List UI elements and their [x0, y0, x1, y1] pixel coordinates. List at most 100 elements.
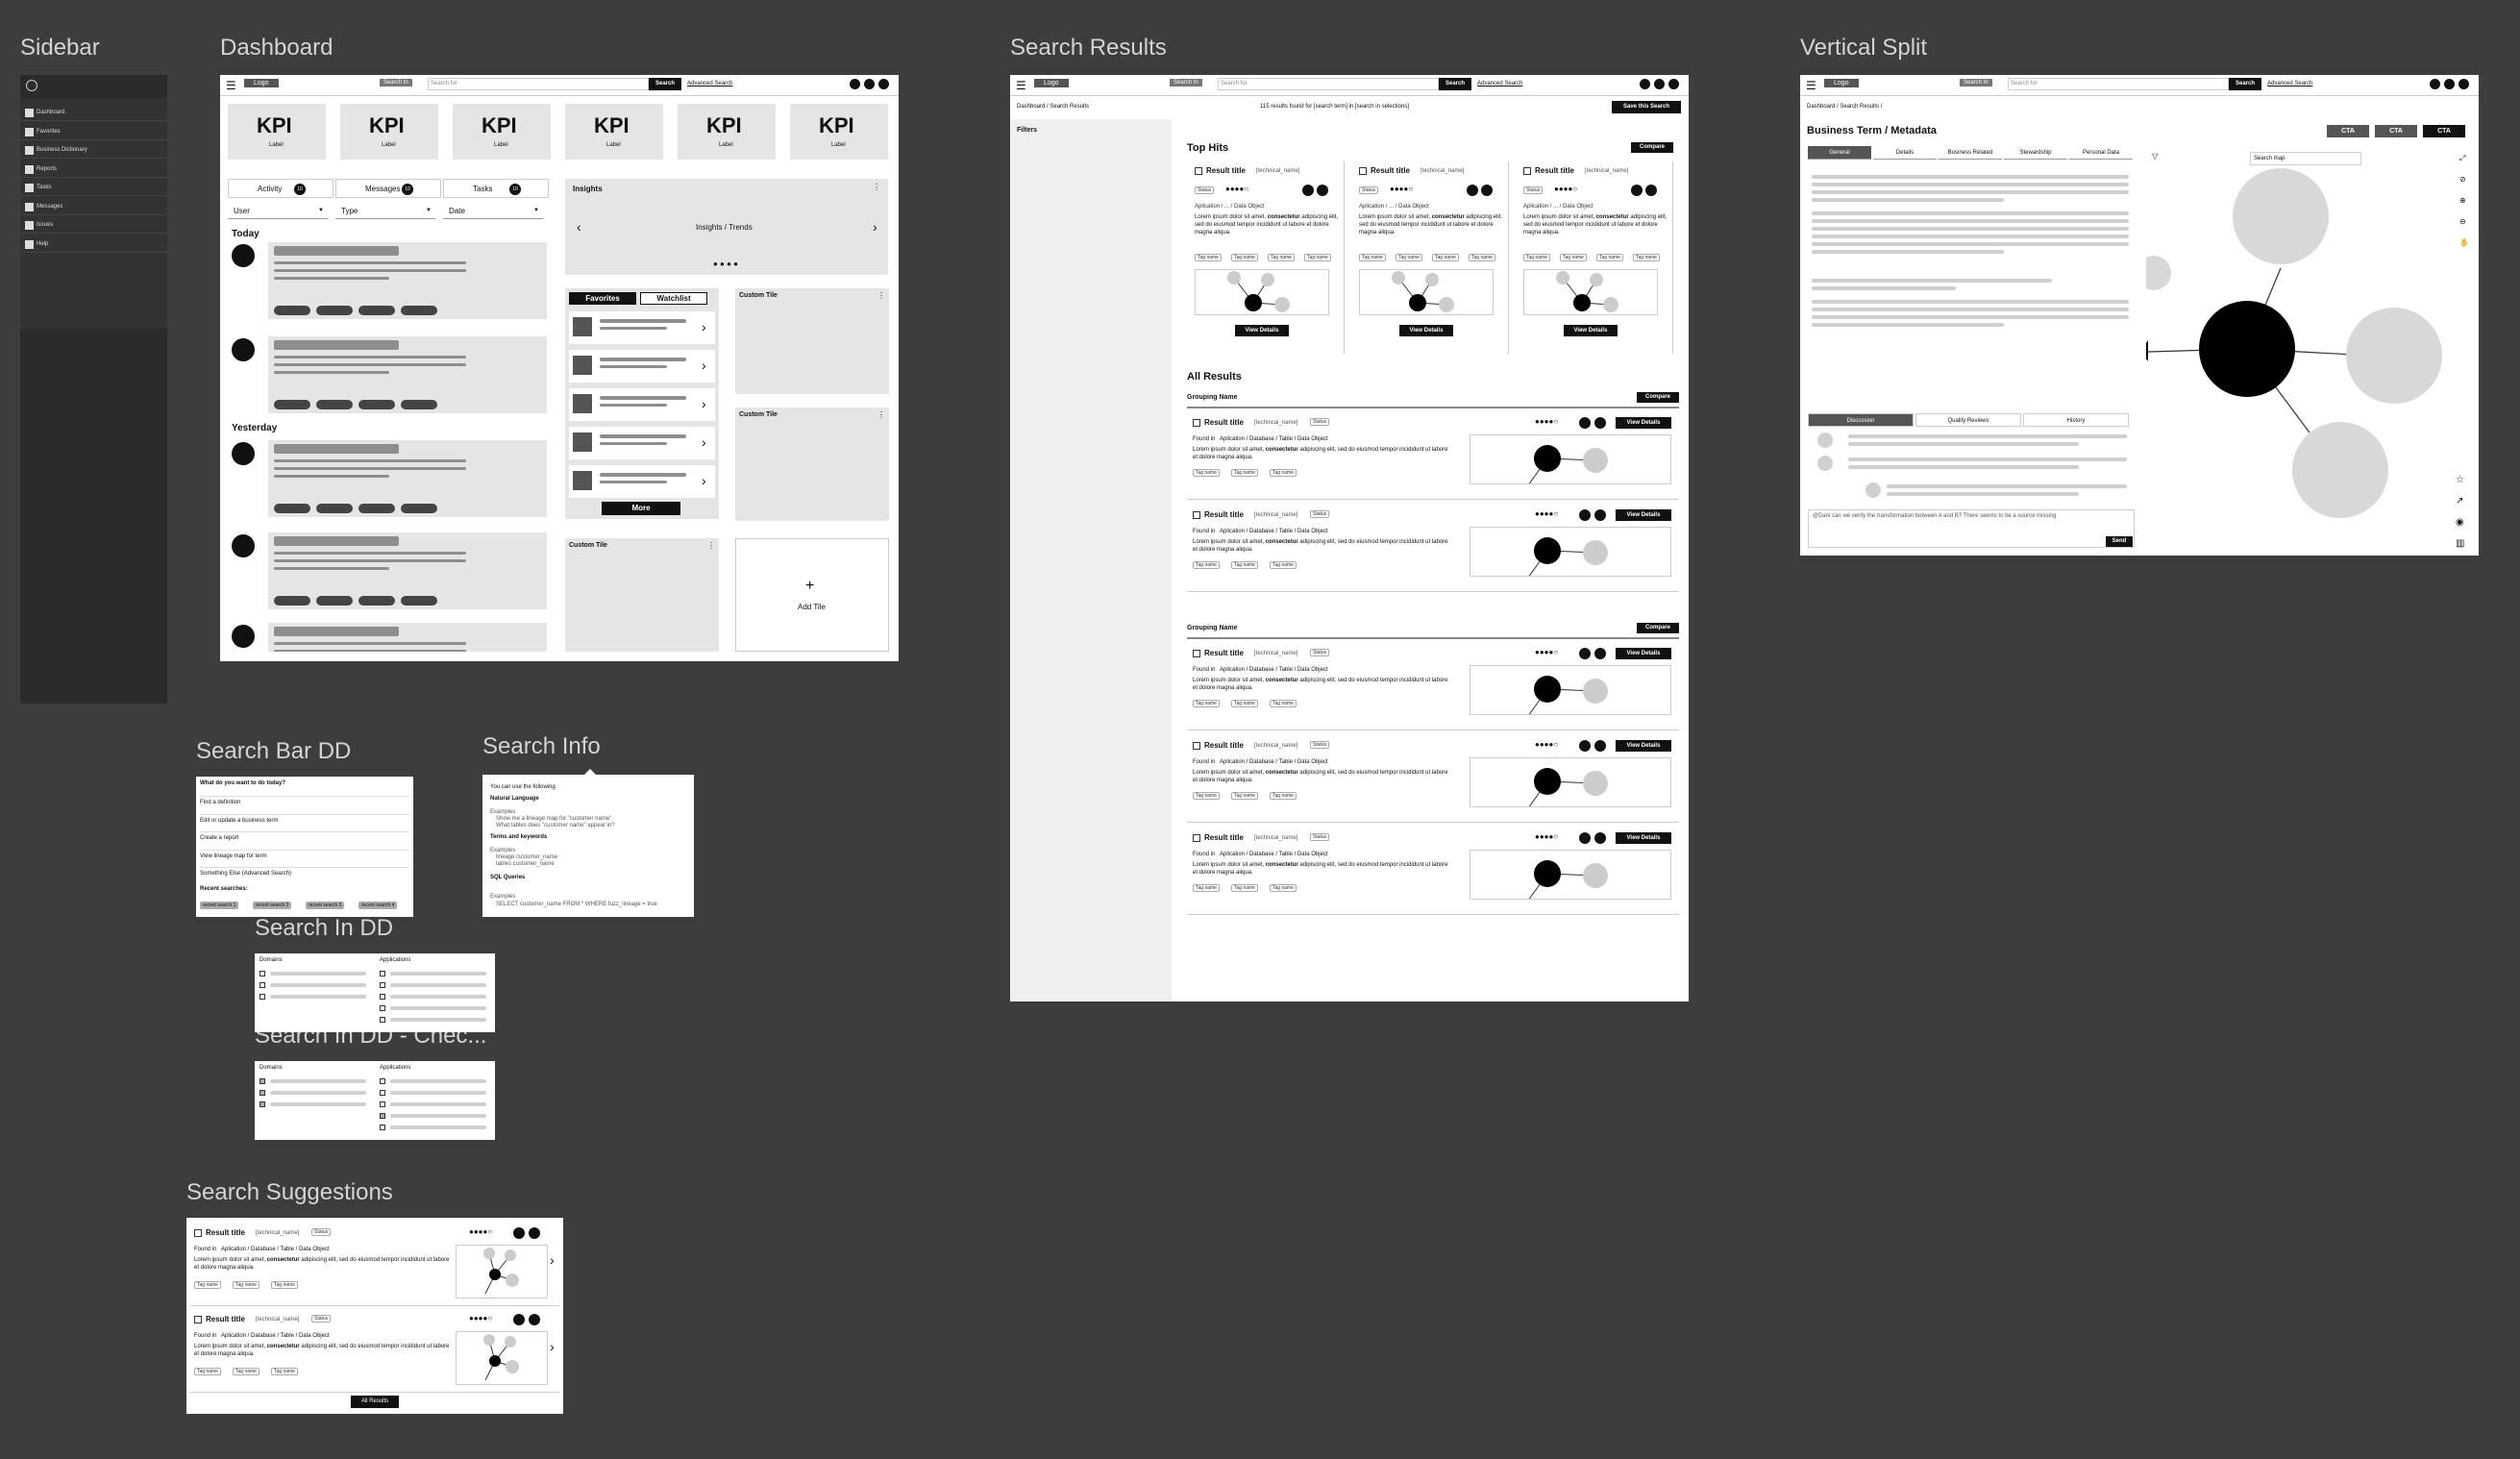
tag-chip[interactable]	[316, 400, 353, 409]
tag-chip[interactable]: Tag name	[1231, 884, 1258, 892]
result-title[interactable]: Result title	[206, 1228, 245, 1237]
compare-button[interactable]: Compare	[1631, 142, 1673, 153]
lineage-thumbnail[interactable]	[1470, 665, 1671, 715]
tag-chip[interactable]	[274, 596, 310, 606]
tab-personal-data[interactable]: Personal Data	[2069, 146, 2133, 160]
search-button[interactable]: Search	[649, 78, 681, 90]
custom-tile[interactable]: Custom Tile ⋮	[735, 408, 889, 521]
compare-button[interactable]: Compare	[1637, 392, 1679, 403]
tag-chip[interactable]: Tag name	[1231, 792, 1258, 800]
recent-search-chip[interactable]: recent search 4	[358, 902, 398, 909]
tag-chip[interactable]: Tag name	[1633, 254, 1660, 261]
tag-chip[interactable]: Tag name	[1432, 254, 1459, 261]
result-title[interactable]: Result title	[1206, 166, 1246, 175]
top-hit-card[interactable]: Result title [technical_name] Status ●●●●○ A…	[1516, 161, 1673, 354]
tag-chip[interactable]: Tag name	[1596, 254, 1623, 261]
tab-favorites[interactable]: Favorites	[569, 292, 636, 305]
result-title[interactable]: Result title	[1204, 741, 1244, 750]
tag-chip[interactable]: Tag name	[1270, 469, 1297, 477]
tag-chip[interactable]: Tag name	[1195, 254, 1222, 261]
tag-chip[interactable]	[401, 306, 437, 315]
tag-chip[interactable]	[358, 400, 395, 409]
user-icon[interactable]	[1579, 509, 1591, 521]
cta-button-3[interactable]: CTA	[2423, 125, 2465, 137]
tag-chip[interactable]: Tag name	[1270, 884, 1297, 892]
lineage-thumbnail[interactable]	[1470, 757, 1671, 807]
user-icon[interactable]	[1631, 185, 1643, 196]
lineage-thumbnail[interactable]	[1359, 269, 1494, 315]
select-checkbox[interactable]	[194, 1316, 202, 1323]
advanced-search-link[interactable]: Advanced Search	[1477, 81, 1522, 87]
tag-chip[interactable]	[358, 504, 395, 513]
sidebar-item[interactable]: Tasks	[20, 181, 167, 196]
lineage-thumbnail[interactable]	[456, 1245, 548, 1298]
application-checkbox[interactable]	[380, 994, 385, 1000]
owner-icon[interactable]	[1481, 185, 1493, 196]
result-title[interactable]: Result title	[206, 1315, 245, 1323]
application-checkbox[interactable]	[380, 1113, 385, 1119]
sidebar-item[interactable]: Business Dictionary	[20, 143, 167, 159]
result-row[interactable]: Result title [technical_name] Status ●●●●○ V…	[1187, 827, 1679, 915]
tag-chip[interactable]: Tag name	[1359, 254, 1386, 261]
result-title[interactable]: Result title	[1204, 510, 1244, 519]
domain-checkbox[interactable]	[259, 982, 265, 988]
tab-messages[interactable]: Messages 10	[335, 179, 441, 198]
owner-icon[interactable]	[529, 1227, 540, 1239]
search-input[interactable]: Search for	[1218, 78, 1439, 90]
menu-icon[interactable]: ☰	[1806, 79, 1816, 92]
lineage-thumbnail[interactable]	[1470, 850, 1671, 900]
tab-details[interactable]: Details	[1873, 146, 1937, 160]
tag-chip[interactable]: Tag name	[1304, 254, 1331, 261]
kebab-icon[interactable]: ⋮	[877, 291, 885, 300]
search-in-select[interactable]: Search In	[1960, 79, 1992, 87]
sidebar-item[interactable]: Messages	[20, 200, 167, 215]
tag-chip[interactable]: Tag name	[1523, 254, 1550, 261]
lineage-thumbnail[interactable]	[1523, 269, 1658, 315]
tag-chip[interactable]: Tag name	[1270, 561, 1297, 569]
search-in-select[interactable]: Search In	[1170, 79, 1202, 87]
sidebar-item[interactable]: Help	[20, 237, 167, 253]
user-icon[interactable]	[1579, 648, 1591, 659]
kpi-card[interactable]: KPI Label	[790, 104, 888, 160]
chevron-right-icon[interactable]: ›	[550, 1252, 555, 1268]
tag-chip[interactable]	[316, 306, 353, 315]
tag-chip[interactable]: Tag name	[271, 1281, 298, 1289]
tag-chip[interactable]: Tag name	[194, 1281, 221, 1289]
result-row[interactable]: Result title [technical_name] Status ●●●●○ V…	[1187, 411, 1679, 500]
dd-menu-item[interactable]: View lineage map for term	[200, 849, 409, 865]
select-checkbox[interactable]	[1193, 419, 1200, 427]
view-details-button[interactable]: View Details	[1616, 417, 1671, 429]
result-row[interactable]: Result title [technical_name] Status ●●●●○ V…	[1187, 734, 1679, 823]
compare-button[interactable]: Compare	[1637, 623, 1679, 633]
domain-checkbox[interactable]	[259, 1078, 265, 1084]
result-title[interactable]: Result title	[1204, 418, 1244, 427]
select-checkbox[interactable]	[1193, 742, 1200, 750]
search-button[interactable]: Search	[1439, 78, 1471, 90]
tag-chip[interactable]: Tag name	[233, 1281, 259, 1289]
select-checkbox[interactable]	[1195, 167, 1202, 175]
result-title[interactable]: Result title	[1371, 166, 1410, 175]
lineage-thumbnail[interactable]	[1470, 434, 1671, 484]
advanced-search-link[interactable]: Advanced Search	[687, 81, 732, 87]
tag-chip[interactable]	[274, 400, 310, 409]
tag-chip[interactable]	[274, 504, 310, 513]
application-checkbox[interactable]	[380, 1125, 385, 1130]
user-icon[interactable]	[878, 79, 889, 89]
filter-type-select[interactable]: Type ▼	[335, 204, 435, 219]
view-details-button[interactable]: View Details	[1616, 648, 1671, 659]
expand-icon[interactable]: ⤢	[2459, 154, 2465, 163]
map-icon[interactable]: ▥	[2456, 538, 2464, 549]
tag-chip[interactable]: Tag name	[1193, 469, 1220, 477]
tag-chip[interactable]	[274, 306, 310, 315]
tag-chip[interactable]: Tag name	[1560, 254, 1587, 261]
recent-search-chip[interactable]: recent search 1	[200, 902, 239, 909]
tab-stewardship[interactable]: Stewardship	[2004, 146, 2067, 160]
view-details-button[interactable]: View Details	[1616, 740, 1671, 752]
custom-tile[interactable]: Custom Tile ⋮	[565, 538, 719, 652]
favorite-item[interactable]: ›	[569, 427, 715, 459]
send-button[interactable]: Send	[2106, 536, 2133, 547]
result-title[interactable]: Result title	[1204, 649, 1244, 657]
user-icon[interactable]	[513, 1227, 525, 1239]
eye-icon[interactable]: ◉	[2456, 517, 2464, 528]
zoom-out-icon[interactable]: ⊖	[2459, 217, 2466, 226]
